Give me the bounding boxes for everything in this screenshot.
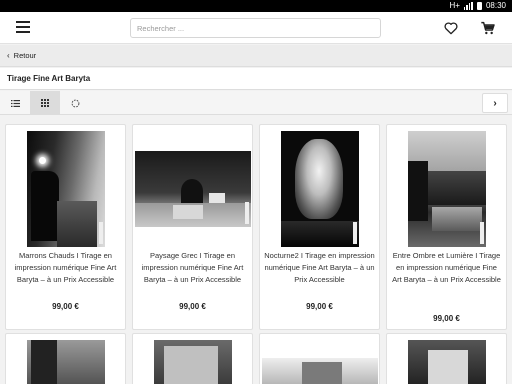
product-image[interactable] — [26, 131, 105, 247]
cart-icon[interactable] — [480, 20, 496, 36]
list-view-icon — [10, 99, 20, 107]
signal-icon — [463, 1, 473, 10]
product-price: 99,00 € — [306, 302, 333, 311]
network-type: H+ — [449, 1, 460, 10]
heart-icon[interactable] — [443, 20, 459, 36]
search-input[interactable] — [130, 18, 381, 38]
product-price: 99,00 € — [179, 302, 206, 311]
product-price: 99,00 € — [52, 302, 79, 311]
product-card[interactable] — [386, 333, 507, 384]
product-title[interactable]: Marrons Chauds I Tirage en impression nu… — [10, 250, 121, 286]
product-image[interactable] — [407, 340, 486, 384]
product-card[interactable] — [5, 333, 126, 384]
product-image[interactable] — [134, 151, 251, 227]
back-label: Retour — [13, 51, 37, 60]
product-image[interactable] — [261, 358, 378, 384]
product-card[interactable]: Entre Ombre et Lumière I Tirage en impre… — [386, 124, 507, 330]
loading-icon — [71, 99, 79, 107]
product-card[interactable] — [259, 333, 380, 384]
product-image[interactable] — [26, 340, 105, 384]
status-time: 08:30 — [485, 1, 506, 10]
grid-view-icon — [41, 99, 49, 107]
back-button[interactable]: ‹ Retour — [0, 45, 512, 67]
product-grid: Marrons Chauds I Tirage en impression nu… — [0, 115, 512, 384]
chevron-left-icon: ‹ — [7, 51, 10, 60]
product-card[interactable]: Marrons Chauds I Tirage en impression nu… — [5, 124, 126, 330]
product-image[interactable] — [280, 131, 359, 247]
loading-indicator — [60, 91, 90, 115]
next-page-button[interactable]: › — [482, 93, 508, 113]
category-title-bar: Tirage Fine Art Baryta — [0, 68, 512, 90]
chevron-right-icon: › — [493, 97, 497, 109]
product-title[interactable]: Paysage Grec I Tirage en impression numé… — [137, 250, 248, 286]
product-image[interactable] — [153, 340, 232, 384]
product-card[interactable]: Nocturne2 I Tirage en impression numériq… — [259, 124, 380, 330]
list-view-button[interactable] — [0, 91, 30, 115]
grid-view-button[interactable] — [30, 91, 60, 115]
app-header — [0, 12, 512, 44]
battery-icon — [476, 1, 482, 10]
hamburger-menu-icon[interactable] — [16, 21, 30, 34]
page-title: Tirage Fine Art Baryta — [7, 74, 91, 83]
product-image[interactable] — [407, 131, 486, 247]
product-card[interactable] — [132, 333, 253, 384]
product-price: 99,00 € — [433, 314, 460, 323]
product-title[interactable]: Entre Ombre et Lumière I Tirage en impre… — [391, 250, 502, 286]
product-card[interactable]: Paysage Grec I Tirage en impression numé… — [132, 124, 253, 330]
product-title[interactable]: Nocturne2 I Tirage en impression numériq… — [264, 250, 375, 286]
status-bar: H+ 08:30 — [0, 0, 512, 12]
view-toolbar: › — [0, 91, 512, 115]
